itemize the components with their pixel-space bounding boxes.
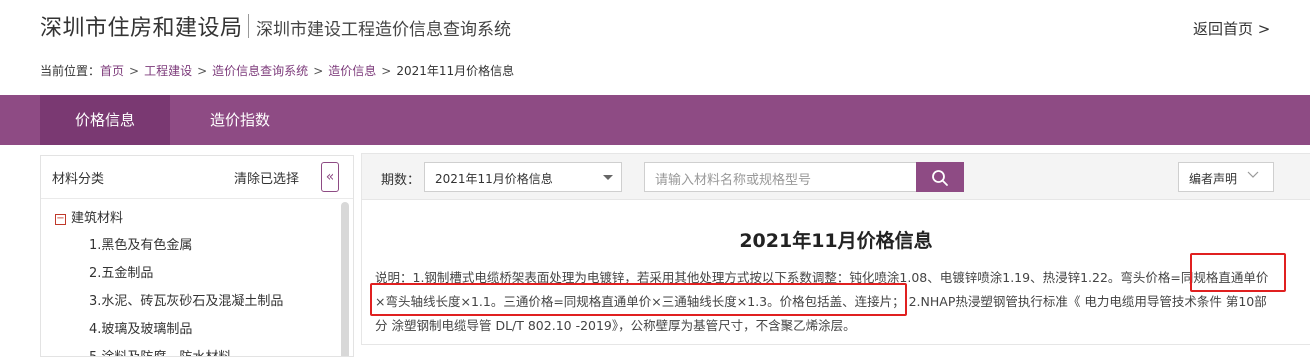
search-icon [932,170,948,186]
tree-item[interactable]: 3.水泥、砖瓦灰砂石及混凝土制品 [89,290,283,309]
breadcrumb: 当前位置：首页 > 工程建设 > 造价信息查询系统 > 造价信息 >2021年11月价格信息 [40,62,514,79]
site-header: 深圳市住房和建设局 深圳市建设工程造价信息查询系统 返回首页 > 当前位置：首页… [0,0,1310,95]
breadcrumb-separator: > [129,64,140,78]
search-button[interactable] [916,162,964,192]
highlight-box [1190,253,1286,292]
period-value: 2021年11月价格信息 [435,172,553,186]
filter-bar: 期数： 2021年11月价格信息 请输入材料名称或规格型号 编者声明 [362,154,1310,200]
sidebar-scrollbar[interactable] [341,202,349,356]
breadcrumb-engineering[interactable]: 工程建设 [144,64,192,78]
main-nav: 价格信息 造价指数 [0,95,1310,145]
period-select[interactable]: 2021年11月价格信息 [424,162,622,192]
breadcrumb-home[interactable]: 首页 [100,64,124,78]
system-name: 深圳市建设工程造价信息查询系统 [256,20,511,40]
editor-statement-label: 编者声明 [1189,172,1238,186]
material-search-input[interactable]: 请输入材料名称或规格型号 [644,162,918,192]
tree-item[interactable]: 5.涂料及防腐、防水材料 [89,346,231,356]
period-label: 期数： [381,173,421,188]
tree-item[interactable]: 2.五金制品 [89,262,153,281]
breadcrumb-separator: > [313,64,324,78]
collapse-tree-icon[interactable]: − [55,214,66,225]
breadcrumb-cost-system[interactable]: 造价信息查询系统 [212,64,308,78]
breadcrumb-separator: > [197,64,208,78]
sidebar-title: 材料分类 [52,172,105,187]
material-sidebar: 材料分类 清除已选择 « − 建筑材料 1.黑色及有色金属 2.五金制品 3.水泥… [40,155,354,357]
clear-selection-button[interactable]: 清除已选择 [234,168,299,187]
tree-root-building-materials[interactable]: − 建筑材料 [55,207,123,226]
editor-statement-dropdown[interactable]: 编者声明 [1178,162,1274,192]
return-home-link[interactable]: 返回首页 > [1193,18,1270,39]
tree-item[interactable]: 4.玻璃及玻璃制品 [89,318,192,337]
title-divider [248,14,249,38]
caret-down-icon [603,175,613,180]
tree-root-label: 建筑材料 [71,211,124,226]
breadcrumb-cost-info[interactable]: 造价信息 [328,64,376,78]
breadcrumb-prefix: 当前位置： [40,64,101,78]
highlight-box [370,283,907,316]
site-title: 深圳市住房和建设局 [40,16,243,41]
price-info-title: 2021年11月价格信息 [739,230,933,252]
sidebar-header: 材料分类 清除已选择 « [41,156,353,199]
breadcrumb-separator: > [381,64,392,78]
chevron-down-icon [1247,171,1259,178]
double-chevron-left-icon[interactable]: « [321,162,339,192]
price-info-panel: 期数： 2021年11月价格信息 请输入材料名称或规格型号 编者声明 2021年… [361,153,1310,345]
tree-item[interactable]: 1.黑色及有色金属 [89,234,192,253]
breadcrumb-current: 2021年11月价格信息 [396,64,515,78]
tab-cost-index[interactable]: 造价指数 [170,95,310,145]
tab-price-info[interactable]: 价格信息 [40,95,170,145]
search-placeholder: 请输入材料名称或规格型号 [655,173,812,188]
